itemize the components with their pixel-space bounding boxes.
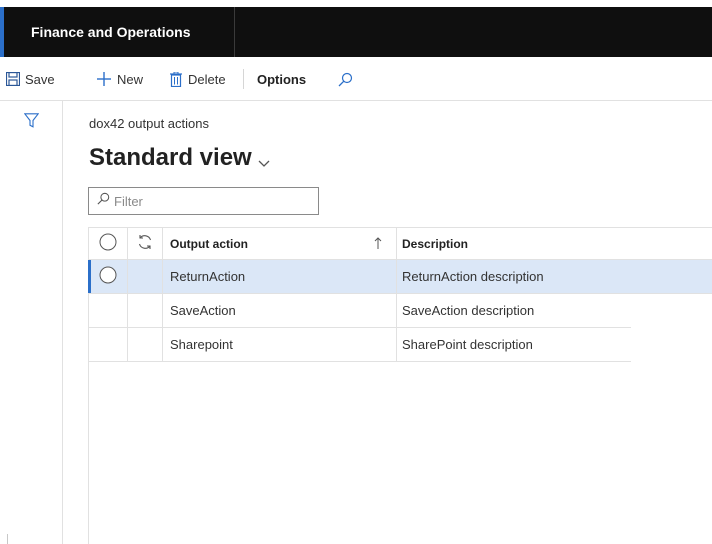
row-select-cell[interactable] — [88, 294, 128, 327]
options-label: Options — [257, 71, 307, 87]
column-header-label: Description — [402, 236, 469, 251]
new-button[interactable]: New — [96, 57, 143, 101]
refresh-cell[interactable] — [128, 228, 163, 259]
column-header-label: Output action — [170, 236, 248, 251]
search-button[interactable] — [338, 57, 353, 101]
select-all-radio-icon[interactable] — [99, 233, 117, 254]
description-cell[interactable]: SaveAction description — [397, 294, 631, 327]
chevron-down-icon — [258, 147, 270, 175]
brand-accent-stripe — [0, 7, 4, 57]
table-row[interactable]: SaveAction SaveAction description — [88, 294, 631, 328]
search-icon — [338, 72, 353, 87]
refresh-icon[interactable] — [137, 234, 153, 253]
row-select-cell[interactable] — [88, 260, 128, 293]
plus-icon — [96, 71, 112, 87]
row-spacer-cell — [128, 294, 163, 327]
column-header-output-action[interactable]: Output action — [163, 228, 397, 259]
grid-header-row: Output action Description — [88, 227, 712, 260]
delete-button[interactable]: Delete — [170, 57, 226, 101]
filter-box[interactable] — [88, 187, 319, 215]
page-caption: dox42 output actions — [89, 116, 209, 131]
table-row[interactable]: ReturnAction ReturnAction description — [88, 260, 712, 294]
table-row[interactable]: Sharepoint SharePoint description — [88, 328, 631, 362]
row-spacer-cell — [128, 328, 163, 361]
top-navigation-bar: Finance and Operations — [0, 7, 712, 57]
app-title[interactable]: Finance and Operations — [18, 7, 235, 57]
row-select-cell[interactable] — [88, 328, 128, 361]
output-action-cell[interactable]: Sharepoint — [163, 328, 397, 361]
trash-icon — [170, 71, 182, 87]
view-name: Standard view — [89, 144, 252, 171]
delete-label: Delete — [188, 71, 226, 87]
view-selector[interactable]: Standard view — [89, 141, 270, 175]
filter-pane-icon[interactable] — [23, 113, 40, 133]
sort-ascending-icon — [374, 237, 382, 252]
description-cell[interactable]: ReturnAction description — [397, 260, 712, 293]
new-label: New — [117, 71, 144, 87]
search-icon — [97, 192, 110, 210]
description-cell[interactable]: SharePoint description — [397, 328, 631, 361]
save-button[interactable]: Save — [6, 57, 55, 101]
action-pane: Save New Delete Options — [0, 57, 712, 101]
output-action-cell[interactable]: SaveAction — [163, 294, 397, 327]
row-spacer-cell — [128, 260, 163, 293]
toolbar-divider — [243, 69, 244, 89]
data-grid: Output action Description ReturnAction R… — [88, 227, 712, 362]
divider-line — [7, 534, 8, 544]
select-all-cell[interactable] — [88, 228, 128, 259]
filter-input[interactable] — [114, 193, 304, 209]
row-radio-icon[interactable] — [99, 266, 117, 287]
save-icon — [6, 72, 20, 86]
save-label: Save — [25, 71, 55, 87]
output-action-cell[interactable]: ReturnAction — [163, 260, 397, 293]
left-filter-strip — [0, 101, 63, 544]
options-tab[interactable]: Options — [257, 57, 306, 101]
column-header-description[interactable]: Description — [397, 228, 712, 259]
